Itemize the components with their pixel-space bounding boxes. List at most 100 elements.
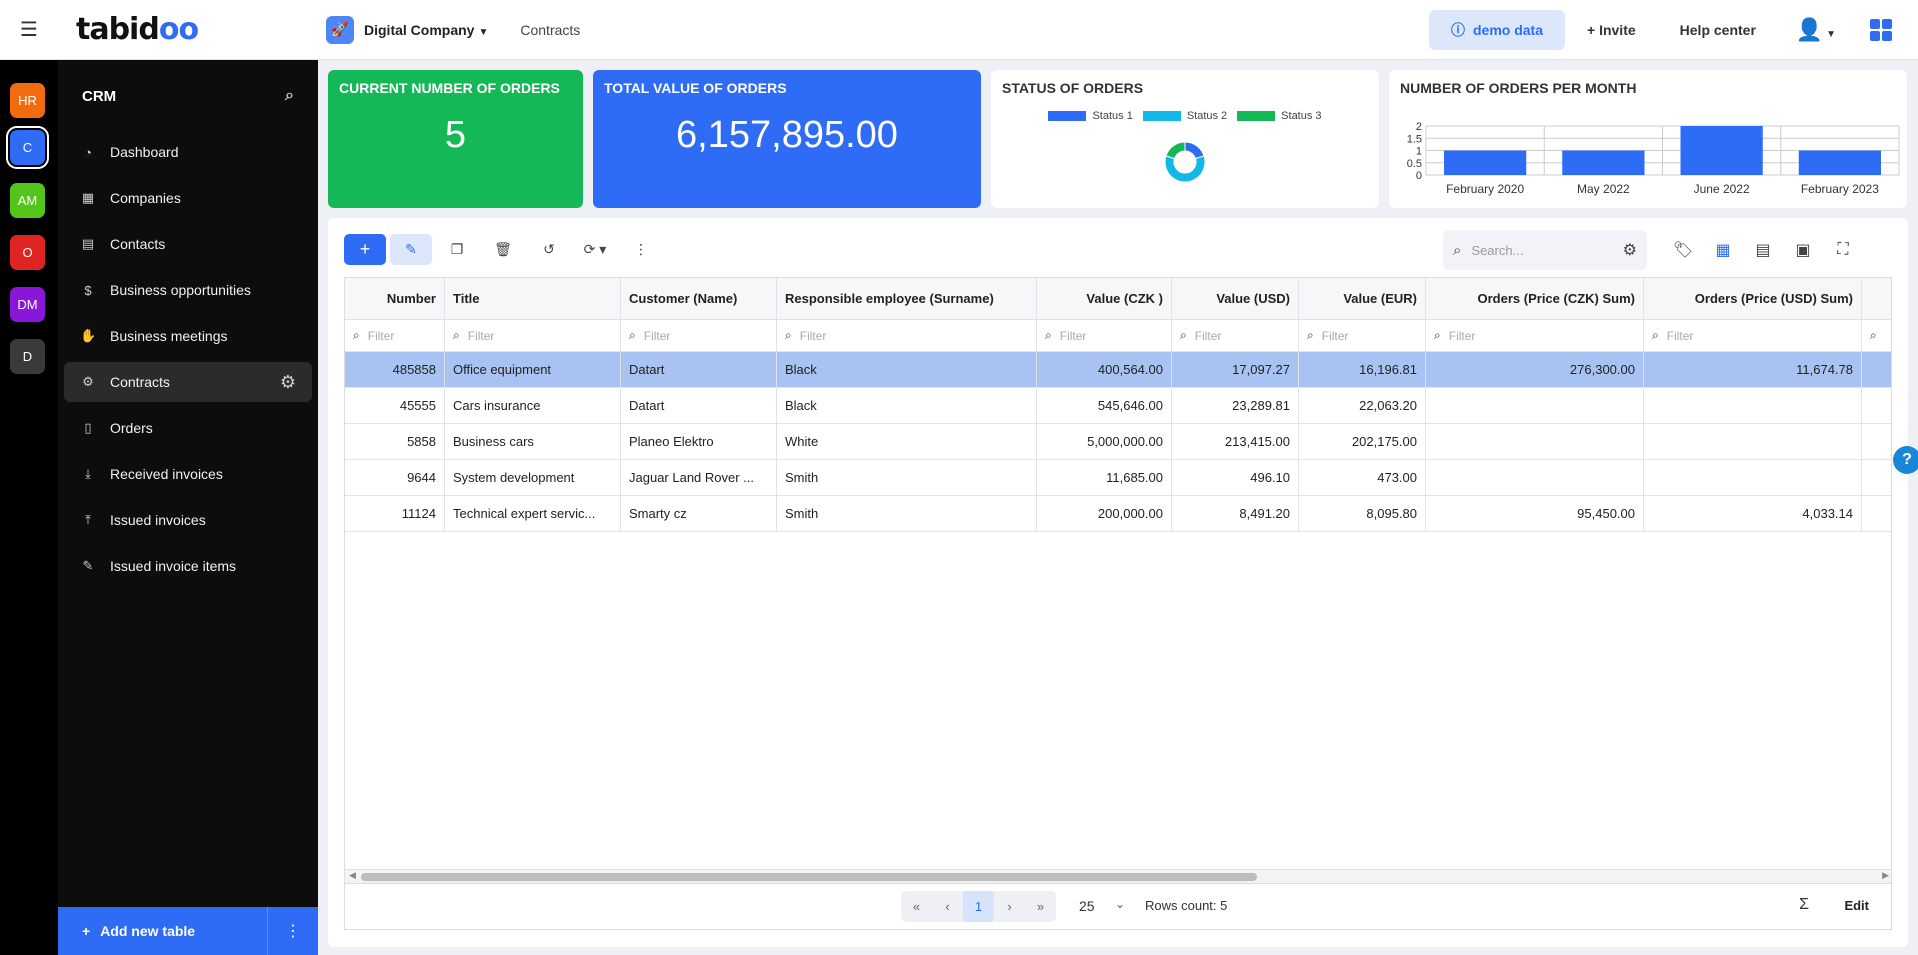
filter-input[interactable]: ⌕ Filter — [1037, 320, 1172, 352]
table-row[interactable]: 45555 Cars insurance Datart Black 545,646.00… — [345, 388, 1891, 424]
tag-icon[interactable]: 🏷 — [1663, 240, 1703, 260]
filter-input[interactable]: ⌕ Filter — [1299, 320, 1426, 352]
filter-input[interactable]: ⌕ — [1862, 320, 1891, 352]
search-icon[interactable]: ⌕ — [285, 87, 294, 105]
sidebar-item-orders[interactable]: ▯ Orders — [64, 408, 312, 448]
help-center-link[interactable]: Help center — [1658, 22, 1778, 38]
gear-icon[interactable]: ⚙ — [1623, 240, 1637, 260]
scroll-right-icon[interactable]: ▶ — [1882, 870, 1889, 881]
add-record-button[interactable]: + — [344, 234, 386, 265]
demo-data-button[interactable]: ⓘ demo data — [1428, 9, 1565, 50]
prev-page-icon[interactable]: ‹ — [932, 891, 963, 922]
sidebar-item-companies[interactable]: ▦ Companies — [64, 178, 312, 218]
copy-icon[interactable]: ❐ — [436, 234, 478, 265]
add-new-table-button[interactable]: + Add new table — [58, 907, 268, 955]
edit-pencil-icon[interactable]: ✎ — [390, 234, 432, 265]
sidebar-item-label: Received invoices — [110, 466, 223, 482]
column-header[interactable]: Responsible employee (Surname) — [777, 278, 1037, 320]
table-row[interactable]: 5858 Business cars Planeo Elektro White 5,00… — [345, 424, 1891, 460]
calendar-icon[interactable]: ▣ — [1783, 240, 1823, 260]
sidebar-item-received-invoices[interactable]: ⤓ Received invoices — [64, 454, 312, 494]
table-row[interactable]: 485858 Office equipment Datart Black 400,564… — [345, 352, 1891, 388]
rail-app-crm[interactable]: C — [6, 126, 49, 169]
x-tick-label: June 2022 — [1694, 182, 1750, 196]
column-header[interactable]: Value (CZK ) — [1037, 278, 1172, 320]
refresh-icon[interactable]: ⟳ ▾ — [574, 234, 616, 265]
page-number[interactable]: 1 — [963, 891, 994, 922]
next-page-icon[interactable]: › — [994, 891, 1025, 922]
sidebar-item-label: Issued invoices — [110, 512, 206, 528]
sidebar-item-contracts[interactable]: ⚙ Contracts ⚙ — [64, 362, 312, 402]
more-vertical-icon[interactable]: ⋮ — [620, 234, 662, 265]
table-cell: 16,196.81 — [1299, 352, 1426, 388]
delete-icon[interactable]: 🗑 — [482, 234, 524, 265]
rail-app-d[interactable]: D — [10, 339, 45, 374]
table-cell — [1426, 460, 1644, 496]
user-icon[interactable]: 👤 ▼ — [1778, 17, 1854, 43]
table-cell: 22,063.20 — [1299, 388, 1426, 424]
column-header[interactable]: Customer (Name) — [621, 278, 777, 320]
scroll-left-icon[interactable]: ◀ — [349, 870, 356, 881]
column-header[interactable]: Orders (Price (USD) Sum) — [1644, 278, 1862, 320]
table-cell — [1862, 388, 1891, 424]
rail-app-hr[interactable]: HR — [10, 83, 45, 118]
rail-app-dm[interactable]: DM — [10, 287, 45, 322]
help-icon[interactable]: ? — [1893, 446, 1918, 474]
sidebar-item-business-meetings[interactable]: ✋ Business meetings — [64, 316, 312, 356]
filter-input[interactable]: ⌕ Filter — [621, 320, 777, 352]
column-header[interactable]: Value (USD) — [1172, 278, 1299, 320]
invite-button[interactable]: + Invite — [1565, 22, 1658, 38]
handshake-icon: ✋ — [80, 328, 97, 343]
menu-icon[interactable]: ☰ — [0, 0, 58, 60]
column-header[interactable]: Orders (Price (CZK) Sum) — [1426, 278, 1644, 320]
column-header[interactable]: Value (EUR) — [1299, 278, 1426, 320]
page-size-select[interactable]: 25 — [1079, 898, 1095, 914]
gear-icon[interactable]: ⚙ — [280, 372, 296, 393]
top-bar: ☰ tabidoo 🚀 Digital Company ▼ Contracts ⓘ… — [0, 0, 1918, 60]
search-box[interactable]: ⌕ Search... ⚙ — [1443, 230, 1647, 270]
company-name: Digital Company — [364, 21, 475, 38]
filter-input[interactable]: ⌕ Filter — [345, 320, 445, 352]
breadcrumb[interactable]: Contracts — [520, 22, 580, 38]
scrollbar-thumb[interactable] — [361, 873, 1257, 881]
apps-grid-icon[interactable] — [1870, 18, 1892, 41]
y-tick-label: 1.5 — [1407, 133, 1422, 145]
company-selector[interactable]: Digital Company ▼ — [364, 22, 488, 38]
table-cell — [1644, 424, 1862, 460]
sum-icon[interactable]: Σ — [1799, 896, 1809, 914]
sidebar-item-issued-invoices[interactable]: ⤒ Issued invoices — [64, 500, 312, 540]
first-page-icon[interactable]: « — [901, 891, 932, 922]
table-view-icon[interactable]: ▦ — [1703, 240, 1743, 260]
history-icon[interactable]: ↺ — [528, 234, 570, 265]
last-page-icon[interactable]: » — [1025, 891, 1056, 922]
rocket-icon: 🚀 — [326, 15, 354, 44]
edit-button[interactable]: Edit — [1844, 898, 1869, 913]
table-cell: 545,646.00 — [1037, 388, 1172, 424]
table-row[interactable]: 11124 Technical expert servic... Smarty cz… — [345, 496, 1891, 532]
filter-input[interactable]: ⌕ Filter — [1644, 320, 1862, 352]
filter-input[interactable]: ⌕ Filter — [777, 320, 1037, 352]
more-vertical-icon[interactable]: ⋮ — [268, 921, 318, 941]
filter-input[interactable]: ⌕ Filter — [1172, 320, 1299, 352]
sidebar-item-issued-invoice-items[interactable]: ✎ Issued invoice items — [64, 546, 312, 586]
document-icon: ▯ — [84, 420, 92, 435]
column-header[interactable]: Number — [345, 278, 445, 320]
table-row[interactable]: 9644 System development Jaguar Land Rover … — [345, 460, 1891, 496]
sidebar-item-contacts[interactable]: ▤ Contacts — [64, 224, 312, 264]
app-logo[interactable]: tabidoo — [58, 12, 314, 47]
horizontal-scrollbar[interactable]: ◀ ▶ — [345, 869, 1891, 883]
search-icon: ⌕ — [1870, 328, 1877, 342]
search-input[interactable]: Search... — [1471, 243, 1523, 258]
search-icon: ⌕ — [629, 328, 636, 342]
fullscreen-icon[interactable]: ⛶ — [1823, 241, 1863, 259]
sidebar-item-dashboard[interactable]: ◔ Dashboard — [64, 132, 312, 172]
sidebar-item-business-opportunities[interactable]: $ Business opportunities — [64, 270, 312, 310]
column-header[interactable]: Title — [445, 278, 621, 320]
rail-app-o[interactable]: O — [10, 235, 45, 270]
column-header[interactable] — [1862, 278, 1891, 320]
filter-input[interactable]: ⌕ Filter — [1426, 320, 1644, 352]
chevron-down-icon[interactable]: ⌄ — [1115, 897, 1125, 911]
filter-input[interactable]: ⌕ Filter — [445, 320, 621, 352]
card-view-icon[interactable]: ▤ — [1743, 240, 1783, 260]
rail-app-am[interactable]: AM — [10, 183, 45, 218]
